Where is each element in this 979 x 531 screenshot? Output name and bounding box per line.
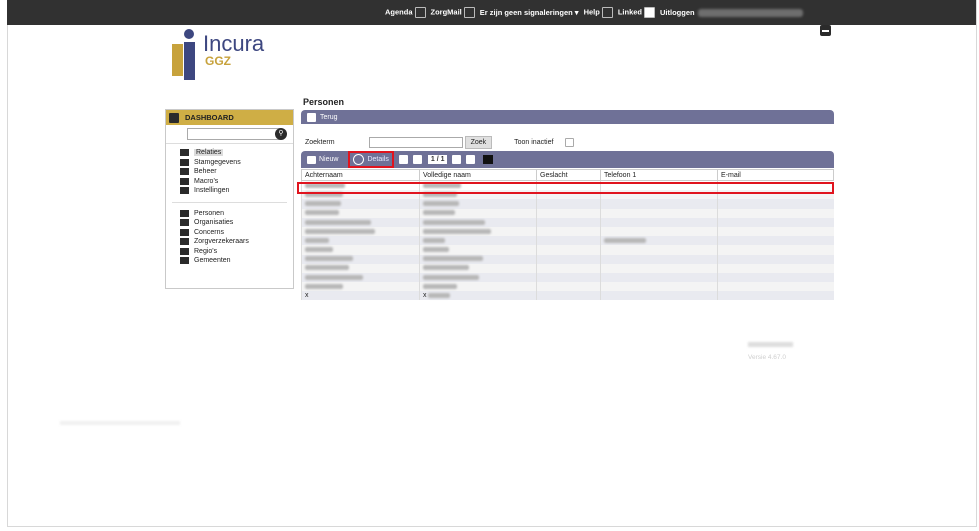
first-page-icon[interactable] — [398, 155, 408, 164]
sidebar-item-personen[interactable]: Personen — [180, 209, 293, 219]
table-row[interactable] — [301, 254, 834, 264]
sidebar: DASHBOARD ⚲ Relaties Stamgegevens Beheer… — [165, 109, 294, 289]
zoek-button[interactable]: Zoek — [464, 135, 493, 149]
sidebar-item-stamgegevens[interactable]: Stamgegevens — [180, 158, 293, 168]
selected-row-highlight — [297, 182, 834, 194]
table-header: Achternaam Volledige naam Geslacht Telef… — [301, 169, 834, 181]
col-telefoon[interactable]: Telefoon 1 — [600, 169, 718, 181]
sidebar-item-gemeenten[interactable]: Gemeenten — [180, 256, 293, 266]
footer-left-redacted — [60, 421, 180, 425]
table-row[interactable] — [301, 282, 834, 292]
minimize-button[interactable] — [820, 25, 831, 36]
linkedin-icon — [644, 7, 655, 18]
sidebar-search-input[interactable] — [187, 128, 281, 140]
page-indicator: 1 / 1 — [427, 155, 448, 164]
toon-inactief-checkbox[interactable] — [565, 137, 575, 147]
settings-icon — [180, 187, 189, 195]
back-button[interactable]: Terug — [320, 114, 338, 121]
cell-achternaam: x — [301, 291, 420, 301]
last-page-icon[interactable] — [466, 155, 476, 164]
table-row[interactable]: xx — [301, 291, 834, 301]
folder-icon — [180, 219, 189, 227]
mail-icon — [463, 7, 475, 18]
table-row[interactable] — [301, 217, 834, 227]
help-link[interactable]: Help — [584, 7, 613, 18]
home-icon — [169, 112, 179, 123]
col-email[interactable]: E-mail — [717, 169, 834, 181]
table-row[interactable] — [301, 236, 834, 246]
col-volledige-naam[interactable]: Volledige naam — [419, 169, 537, 181]
folder-icon — [180, 209, 189, 217]
details-icon — [353, 154, 365, 165]
sidebar-item-concerns[interactable]: Concerns — [180, 228, 293, 238]
cell-volledige-naam: x — [423, 292, 427, 300]
folder-icon — [180, 247, 189, 255]
tools-icon — [180, 168, 189, 176]
table-row[interactable] — [301, 245, 834, 255]
nieuw-button[interactable]: Nieuw — [307, 155, 338, 164]
folder-icon — [180, 228, 189, 236]
table-row[interactable] — [301, 263, 834, 273]
incura-logo: Incura GGZ — [171, 28, 291, 83]
calendar-icon — [414, 7, 426, 18]
col-geslacht[interactable]: Geslacht — [536, 169, 601, 181]
signaleringen-dropdown[interactable]: Er zijn geen signaleringen ▾ — [480, 8, 579, 17]
top-bar: Agenda ZorgMail Er zijn geen signalering… — [7, 0, 976, 25]
print-icon[interactable] — [483, 155, 494, 164]
sidebar-item-organisaties[interactable]: Organisaties — [180, 218, 293, 228]
zoekterm-input[interactable] — [368, 136, 463, 148]
sidebar-item-macros[interactable]: Macro's — [180, 177, 293, 187]
list-toolbar: Nieuw Details 1 / 1 — [301, 151, 834, 168]
logo-mark-icon — [172, 29, 195, 80]
nav-divider — [172, 201, 287, 203]
search-row: Zoekterm Zoek Toon inactief — [305, 135, 825, 149]
nav-group-relaties: Personen Organisaties Concerns Zorgverze… — [166, 205, 293, 270]
table-row[interactable] — [301, 226, 834, 237]
version-text: Versie 4.67.0 — [748, 354, 786, 361]
table-row[interactable] — [301, 272, 834, 283]
sidebar-search: ⚲ — [166, 125, 293, 144]
sidebar-item-regios[interactable]: Regio's — [180, 247, 293, 257]
table-row[interactable] — [301, 199, 834, 209]
toon-inactief-label: Toon inactief — [514, 138, 554, 146]
chevron-down-icon: ▾ — [574, 8, 579, 17]
details-button[interactable]: Details — [348, 151, 394, 168]
linkedin-link[interactable]: Linked — [618, 7, 655, 18]
folder-icon — [180, 257, 189, 265]
zoekterm-label: Zoekterm — [305, 138, 335, 146]
zorgmail-link[interactable]: ZorgMail — [431, 7, 475, 18]
new-icon — [307, 155, 316, 164]
nav-group-main: Relaties Stamgegevens Beheer Macro's Ins… — [166, 144, 293, 200]
col-achternaam[interactable]: Achternaam — [301, 169, 420, 181]
next-page-icon[interactable] — [452, 155, 462, 164]
list-icon — [180, 177, 189, 185]
search-icon[interactable]: ⚲ — [275, 128, 287, 140]
help-icon — [601, 7, 613, 18]
sidebar-item-relaties[interactable]: Relaties — [180, 148, 293, 158]
logo-sub: GGZ — [205, 54, 231, 68]
page-title: Personen — [303, 97, 345, 107]
sidebar-item-zorgverzekeraars[interactable]: Zorgverzekeraars — [180, 237, 293, 247]
sidebar-item-instellingen[interactable]: Instellingen — [180, 186, 293, 196]
sidebar-item-beheer[interactable]: Beheer — [180, 167, 293, 177]
footer-redacted — [748, 342, 793, 347]
table-row[interactable] — [301, 208, 834, 218]
logout-link[interactable]: Uitloggen — [660, 8, 803, 17]
dashboard-button[interactable]: DASHBOARD — [166, 110, 293, 125]
folder-icon — [180, 158, 189, 166]
prev-page-icon[interactable] — [412, 155, 422, 164]
username-redacted — [697, 9, 803, 17]
people-icon — [180, 149, 189, 157]
folder-icon — [180, 238, 189, 246]
back-bar: Terug — [301, 110, 834, 124]
back-arrow-icon — [307, 112, 316, 122]
dashboard-label: DASHBOARD — [185, 113, 234, 122]
agenda-link[interactable]: Agenda — [385, 7, 426, 18]
